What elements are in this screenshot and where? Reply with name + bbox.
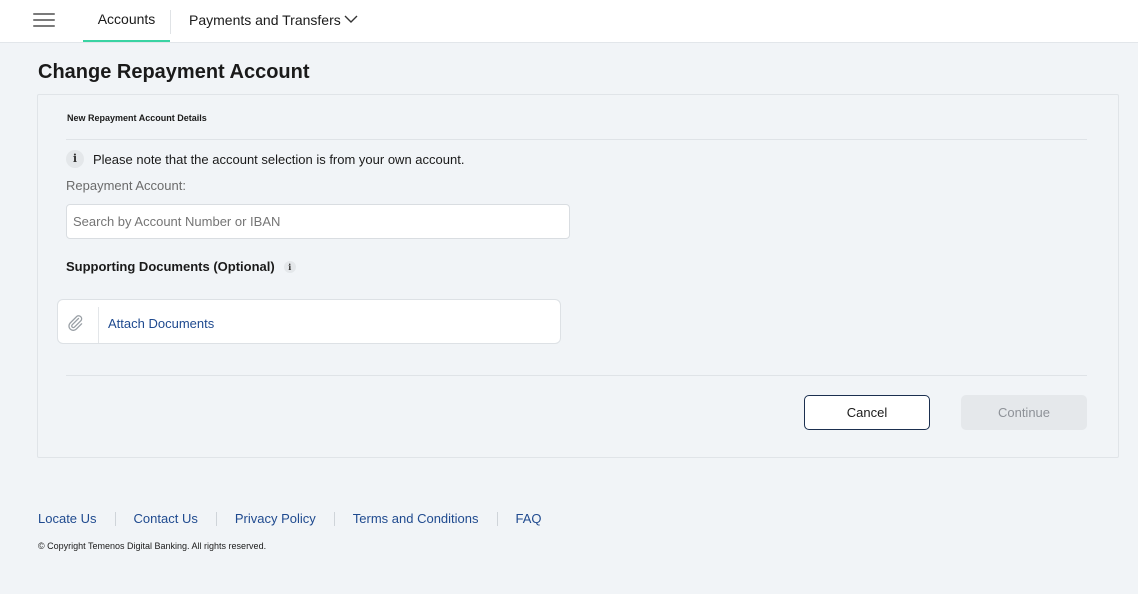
cancel-button[interactable]: Cancel: [804, 395, 930, 430]
footer-link-privacy-policy[interactable]: Privacy Policy: [235, 511, 316, 526]
info-icon[interactable]: i: [283, 260, 296, 273]
copyright-text: © Copyright Temenos Digital Banking. All…: [38, 541, 267, 551]
chevron-down-icon[interactable]: [343, 13, 359, 25]
divider: [66, 375, 1087, 376]
attach-documents-button[interactable]: Attach Documents: [57, 299, 561, 344]
divider: [66, 139, 1087, 140]
info-notice: i Please note that the account selection…: [66, 150, 464, 168]
hamburger-menu-icon[interactable]: [33, 12, 55, 28]
supporting-documents-label: Supporting Documents (Optional): [66, 259, 275, 274]
tab-accounts[interactable]: Accounts: [83, 0, 170, 42]
repayment-account-label: Repayment Account:: [66, 178, 186, 193]
footer-link-terms-and-conditions[interactable]: Terms and Conditions: [353, 511, 479, 526]
footer-links: Locate Us Contact Us Privacy Policy Term…: [38, 511, 542, 526]
info-icon: i: [66, 150, 84, 168]
repayment-account-search-input[interactable]: [66, 204, 570, 239]
attach-separator: [98, 307, 99, 343]
footer-separator: [114, 511, 116, 526]
info-text: Please note that the account selection i…: [93, 151, 465, 167]
attach-documents-label: Attach Documents: [108, 316, 215, 331]
paperclip-icon: [68, 315, 83, 331]
footer-link-contact-us[interactable]: Contact Us: [134, 511, 198, 526]
supporting-documents-heading: Supporting Documents (Optional) i: [66, 259, 296, 274]
continue-button[interactable]: Continue: [961, 395, 1087, 430]
footer-link-faq[interactable]: FAQ: [516, 511, 542, 526]
repayment-form-card: New Repayment Account Details i Please n…: [37, 94, 1119, 458]
nav-divider: [170, 10, 171, 34]
footer-separator: [333, 511, 335, 526]
footer-separator: [496, 511, 498, 526]
footer-link-locate-us[interactable]: Locate Us: [38, 511, 97, 526]
tab-payments-and-transfers[interactable]: Payments and Transfers: [189, 0, 341, 42]
page-title: Change Repayment Account: [38, 61, 310, 83]
footer-separator: [215, 511, 217, 526]
top-nav-bar: Accounts Payments and Transfers: [0, 0, 1138, 43]
section-title: New Repayment Account Details: [67, 113, 207, 123]
